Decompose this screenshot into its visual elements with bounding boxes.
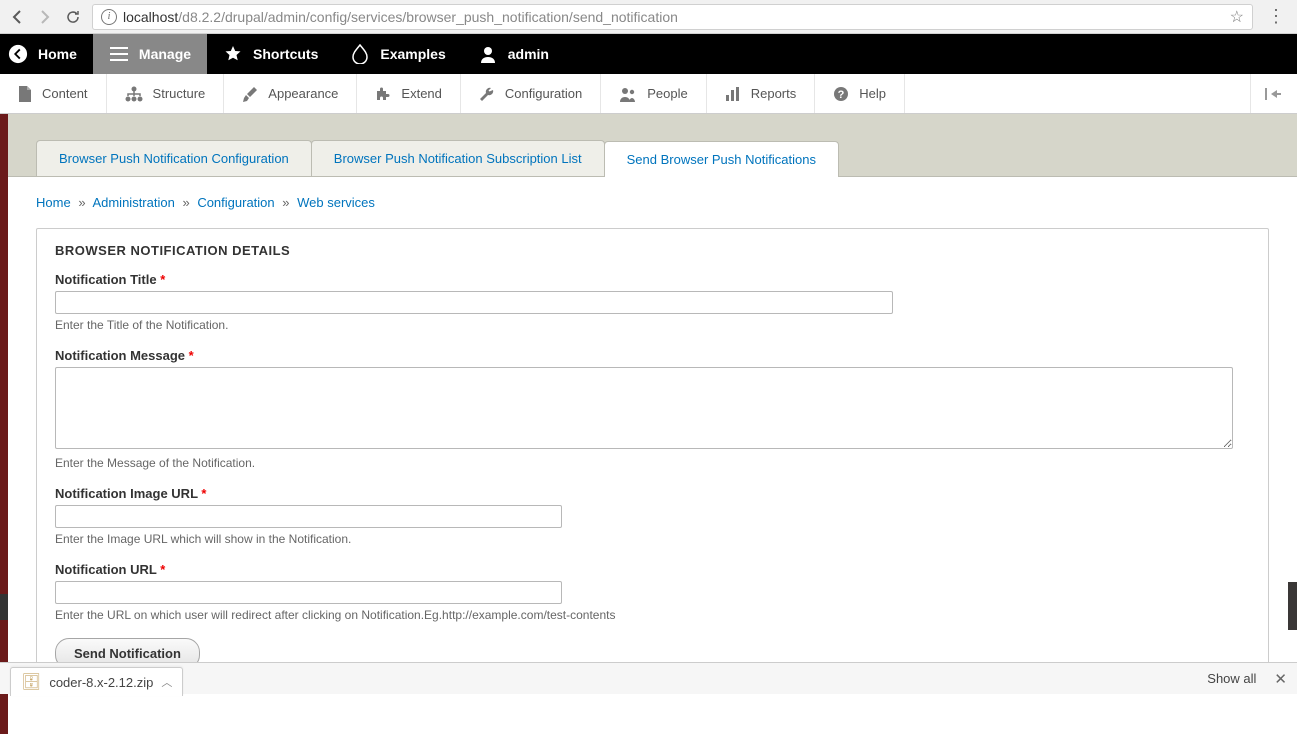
admin-menu-label: Configuration [505, 86, 582, 101]
breadcrumb: Home » Administration » Configuration » … [36, 195, 1269, 210]
bookmark-star-icon[interactable]: ☆ [1230, 7, 1244, 27]
admin-menu-appearance[interactable]: Appearance [224, 74, 357, 113]
browser-chrome: i localhost/d8.2.2/drupal/admin/config/s… [0, 0, 1297, 34]
form-item-url: Notification URL * Enter the URL on whic… [55, 562, 1250, 622]
label-message: Notification Message * [55, 348, 1250, 363]
hamburger-icon [109, 44, 129, 64]
breadcrumb-admin[interactable]: Administration [92, 195, 174, 210]
admin-menu-help[interactable]: ? Help [815, 74, 905, 113]
label-title: Notification Title * [55, 272, 1250, 287]
fieldset-legend: BROWSER NOTIFICATION DETAILS [55, 243, 1250, 258]
chevron-up-icon[interactable]: ︿ [161, 674, 172, 690]
drupal-toolbar: Home Manage Shortcuts Examples admin [0, 34, 1297, 74]
breadcrumb-sep: » [78, 195, 85, 210]
admin-menu-structure[interactable]: Structure [107, 74, 225, 113]
toolbar-collapse-button[interactable] [1250, 74, 1297, 113]
breadcrumb-webservices[interactable]: Web services [297, 195, 375, 210]
admin-menu-people[interactable]: People [601, 74, 706, 113]
download-item[interactable]: 🗄 coder-8.x-2.12.zip ︿ [10, 667, 183, 696]
browser-menu-icon[interactable]: ⋮ [1263, 6, 1289, 27]
people-icon [619, 86, 637, 102]
breadcrumb-config[interactable]: Configuration [197, 195, 274, 210]
admin-menu-label: Extend [401, 86, 441, 101]
toolbar-manage[interactable]: Manage [93, 34, 207, 74]
admin-menu-label: Content [42, 86, 88, 101]
tab-subscription-list[interactable]: Browser Push Notification Subscription L… [311, 140, 605, 176]
breadcrumb-sep: » [282, 195, 289, 210]
star-icon [223, 44, 243, 64]
form-item-message: Notification Message * Enter the Message… [55, 348, 1250, 470]
admin-menu-label: Help [859, 86, 886, 101]
admin-menu-content[interactable]: Content [0, 74, 107, 113]
required-marker: * [201, 486, 206, 501]
back-circle-icon [8, 44, 28, 64]
desc-url: Enter the URL on which user will redirec… [55, 608, 1250, 622]
bar-chart-icon [725, 86, 741, 102]
desc-image: Enter the Image URL which will show in t… [55, 532, 1250, 546]
breadcrumb-sep: » [182, 195, 189, 210]
breadcrumb-home[interactable]: Home [36, 195, 71, 210]
drop-icon [350, 44, 370, 64]
forward-button[interactable] [36, 8, 54, 26]
toolbar-shortcuts-label: Shortcuts [253, 46, 318, 62]
admin-menu-label: People [647, 86, 687, 101]
input-notification-image-url[interactable] [55, 505, 562, 528]
toolbar-home[interactable]: Home [0, 34, 93, 74]
desc-message: Enter the Message of the Notification. [55, 456, 1250, 470]
required-marker: * [160, 272, 165, 287]
required-marker: * [160, 562, 165, 577]
primary-tabs: Browser Push Notification Configuration … [36, 140, 1269, 176]
form-item-image: Notification Image URL * Enter the Image… [55, 486, 1250, 546]
paintbrush-icon [242, 86, 258, 102]
admin-menu-label: Appearance [268, 86, 338, 101]
archive-file-icon: 🗄 [21, 672, 41, 692]
toolbar-manage-label: Manage [139, 46, 191, 62]
file-icon [18, 86, 32, 102]
download-bar: 🗄 coder-8.x-2.12.zip ︿ Show all ✕ [0, 662, 1297, 694]
structure-icon [125, 86, 143, 102]
download-filename: coder-8.x-2.12.zip [49, 675, 153, 690]
wrench-icon [479, 86, 495, 102]
url-bar[interactable]: i localhost/d8.2.2/drupal/admin/config/s… [92, 4, 1253, 30]
label-url: Notification URL * [55, 562, 1250, 577]
admin-menu-label: Reports [751, 86, 797, 101]
help-icon: ? [833, 86, 849, 102]
reload-button[interactable] [64, 8, 82, 26]
input-notification-title[interactable] [55, 291, 893, 314]
back-button[interactable] [8, 8, 26, 26]
required-marker: * [189, 348, 194, 363]
collapse-icon [1265, 87, 1283, 101]
right-scroll-handle[interactable] [1288, 582, 1297, 630]
desc-title: Enter the Title of the Notification. [55, 318, 1250, 332]
tabs-region: Browser Push Notification Configuration … [8, 114, 1297, 177]
toolbar-examples-label: Examples [380, 46, 445, 62]
admin-menu: Content Structure Appearance Extend Conf… [0, 74, 1297, 114]
puzzle-icon [375, 86, 391, 102]
notification-details-fieldset: BROWSER NOTIFICATION DETAILS Notificatio… [36, 228, 1269, 688]
toolbar-shortcuts[interactable]: Shortcuts [207, 34, 334, 74]
input-notification-url[interactable] [55, 581, 562, 604]
toolbar-home-label: Home [38, 46, 77, 62]
user-icon [478, 44, 498, 64]
toolbar-user-label: admin [508, 46, 549, 62]
admin-menu-reports[interactable]: Reports [707, 74, 816, 113]
svg-text:?: ? [838, 89, 845, 101]
admin-menu-label: Structure [153, 86, 206, 101]
url-text: localhost/d8.2.2/drupal/admin/config/ser… [123, 9, 678, 25]
toolbar-user[interactable]: admin [462, 34, 565, 74]
site-info-icon[interactable]: i [101, 9, 117, 25]
left-edge-handle[interactable] [0, 594, 8, 620]
tab-send-notifications[interactable]: Send Browser Push Notifications [604, 141, 839, 177]
tab-config[interactable]: Browser Push Notification Configuration [36, 140, 312, 176]
label-image: Notification Image URL * [55, 486, 1250, 501]
show-all-downloads[interactable]: Show all [1207, 671, 1256, 686]
toolbar-examples[interactable]: Examples [334, 34, 461, 74]
admin-menu-extend[interactable]: Extend [357, 74, 460, 113]
input-notification-message[interactable] [55, 367, 1233, 449]
form-item-title: Notification Title * Enter the Title of … [55, 272, 1250, 332]
admin-menu-configuration[interactable]: Configuration [461, 74, 601, 113]
close-download-bar[interactable]: ✕ [1274, 670, 1287, 688]
